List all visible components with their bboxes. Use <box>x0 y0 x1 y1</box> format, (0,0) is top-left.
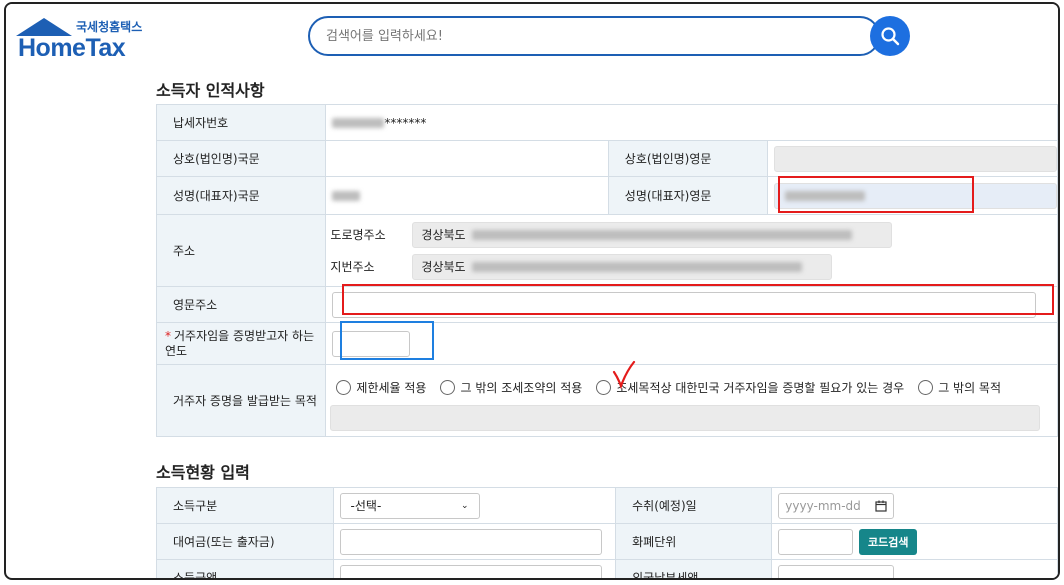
company-kr-label: 상호(법인명)국문 <box>155 140 327 177</box>
purpose-option-label: 조세목적상 대한민국 거주자임을 증명할 필요가 있는 경우 <box>616 381 905 395</box>
search-input[interactable] <box>326 26 846 46</box>
road-address-row: 도로명주소 경상북도 <box>330 219 1057 251</box>
highlight-en-address <box>342 284 1054 315</box>
currency-row: 코드검색 <box>778 528 1057 555</box>
foreign-tax-cell <box>771 559 1058 578</box>
header: 국세청홈택스 HomeTax <box>6 4 1058 70</box>
purpose-label: 거주자 증명을 발급받는 목적 <box>155 364 327 437</box>
purpose-radio-group: 제한세율 적용 그 밖의 조세조약의 적용 조세목적상 대한민국 거주자임을 증… <box>336 371 1057 405</box>
income-type-label: 소득구분 <box>156 487 334 524</box>
road-address-value: 경상북도 <box>421 228 466 242</box>
app-window: 국세청홈택스 HomeTax 소득자 인적사항 납세자번호 ******* <box>4 2 1060 580</box>
receipt-date-input[interactable]: yyyy-mm-dd <box>778 492 895 519</box>
code-search-button[interactable]: 코드검색 <box>859 528 918 555</box>
hometax-logo[interactable]: 국세청홈택스 HomeTax <box>14 12 144 62</box>
name-en-label: 성명(대표자)영문 <box>607 176 769 215</box>
radio-icon <box>336 380 352 395</box>
company-en-field <box>774 145 1057 172</box>
highlight-name-en <box>778 176 974 213</box>
foreign-tax-input[interactable] <box>778 564 895 578</box>
currency-input[interactable] <box>778 528 854 555</box>
section-title-personal-info: 소득자 인적사항 <box>156 81 265 100</box>
search-box <box>308 16 880 56</box>
main-content: 소득자 인적사항 납세자번호 ******* 상호(법인명)국문 상호(법인명)… <box>6 70 1058 578</box>
taxpayer-no-value: ******* <box>325 104 1058 141</box>
personal-info-table: 납세자번호 ******* 상호(법인명)국문 상호(법인명)영문 성명(대표자… <box>155 104 1058 437</box>
foreign-tax-label: 외국납부세액 <box>615 559 773 578</box>
purpose-option-4[interactable]: 그 밖의 목적 <box>918 379 1001 396</box>
year-label-cell: * 거주자임을 증명받고자 하는 연도 <box>155 322 327 365</box>
income-type-cell: -선택- ⌄ <box>332 487 617 524</box>
company-en-label: 상호(법인명)영문 <box>607 140 769 177</box>
purpose-option-label: 제한세율 적용 <box>356 381 427 395</box>
calendar-icon[interactable] <box>875 500 887 512</box>
highlight-year <box>340 321 434 360</box>
name-kr-value <box>325 176 609 215</box>
purpose-detail-field <box>330 404 1041 431</box>
lot-address-row: 지번주소 경상북도 <box>330 251 1057 283</box>
loan-label: 대여금(또는 출자금) <box>156 523 334 560</box>
lot-address-label: 지번주소 <box>330 260 375 274</box>
receipt-date-cell: yyyy-mm-dd <box>771 487 1058 524</box>
required-mark: * <box>165 328 171 343</box>
taxpayer-no-suffix: ******* <box>384 115 427 130</box>
masked-name <box>332 191 361 201</box>
year-label: 거주자임을 증명받고자 하는 연도 <box>165 328 315 358</box>
masked-lot-address <box>471 261 802 272</box>
masked-number <box>332 118 385 128</box>
receipt-date-label: 수취(예정)일 <box>615 487 773 524</box>
section-title-income: 소득현황 입력 <box>156 463 250 482</box>
lot-address-value: 경상북도 <box>421 260 466 274</box>
income-amount-input[interactable] <box>339 564 602 578</box>
lot-address-field: 경상북도 <box>412 253 833 280</box>
address-label: 주소 <box>155 214 327 287</box>
income-type-value: -선택- <box>350 499 382 513</box>
radio-icon <box>918 380 934 395</box>
checkmark-annotation-icon <box>612 360 636 390</box>
search-button[interactable] <box>870 16 910 56</box>
income-amount-label: 소득금액 <box>156 559 334 578</box>
purpose-option-1[interactable]: 제한세율 적용 <box>336 379 426 396</box>
purpose-cell: 제한세율 적용 그 밖의 조세조약의 적용 조세목적상 대한민국 거주자임을 증… <box>325 364 1058 437</box>
purpose-option-label: 그 밖의 목적 <box>938 381 1002 395</box>
logo-subtitle: 국세청홈택스 <box>76 20 143 34</box>
currency-label: 화폐단위 <box>615 523 773 560</box>
income-table: 소득구분 -선택- ⌄ 수취(예정)일 yyyy-mm-dd 대여금(또는 출자… <box>156 487 1058 578</box>
loan-cell <box>332 523 617 560</box>
purpose-option-2[interactable]: 그 밖의 조세조약의 적용 <box>440 379 582 396</box>
date-placeholder: yyyy-mm-dd <box>785 498 861 513</box>
masked-road-address <box>471 229 852 240</box>
loan-input[interactable] <box>339 528 602 555</box>
radio-icon <box>440 380 456 395</box>
en-address-label: 영문주소 <box>155 286 327 323</box>
purpose-option-label: 그 밖의 조세조약의 적용 <box>460 381 583 395</box>
currency-cell: 코드검색 <box>771 523 1058 560</box>
logo-title: HomeTax <box>18 34 126 62</box>
radio-icon <box>596 380 612 395</box>
company-en-cell <box>767 140 1058 177</box>
taxpayer-no-label: 납세자번호 <box>155 104 327 141</box>
chevron-down-icon: ⌄ <box>461 500 469 511</box>
search-icon <box>881 27 900 46</box>
address-cell: 도로명주소 경상북도 지번주소 경상북도 <box>325 214 1058 287</box>
road-address-label: 도로명주소 <box>330 228 386 242</box>
name-kr-label: 성명(대표자)국문 <box>155 176 327 215</box>
income-type-select[interactable]: -선택- ⌄ <box>339 492 480 519</box>
income-amount-cell <box>332 559 617 578</box>
road-address-field: 경상북도 <box>412 221 893 248</box>
year-cell <box>325 322 1058 365</box>
company-kr-value <box>325 140 609 177</box>
